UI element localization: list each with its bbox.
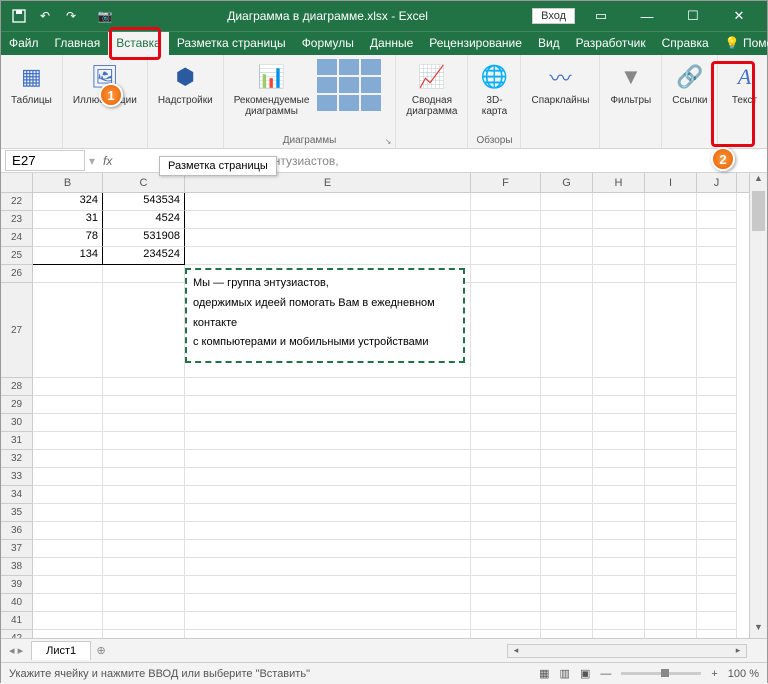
textbox[interactable]: Мы — группа энтузиастов, одержимых идеей…: [185, 268, 465, 363]
col-G[interactable]: G: [541, 173, 593, 192]
map3d-button[interactable]: 🌐3D- карта: [474, 59, 514, 119]
links-button[interactable]: 🔗Ссылки: [668, 59, 711, 108]
login-button[interactable]: Вход: [532, 8, 575, 24]
table-row[interactable]: 34: [1, 486, 767, 504]
col-I[interactable]: I: [645, 173, 697, 192]
textbox-line: Мы — группа энтузиастов,: [193, 274, 457, 294]
zoom-out-icon[interactable]: —: [600, 668, 611, 680]
textbox-line: контакте: [193, 314, 457, 334]
add-sheet-icon[interactable]: ⊕: [91, 644, 111, 657]
table-row[interactable]: 25134234524: [1, 247, 767, 265]
status-bar: Укажите ячейку и нажмите ВВОД или выбери…: [1, 662, 767, 684]
tab-pagelayout[interactable]: Разметка страницы: [169, 32, 294, 55]
sheet-tabs: ◂ ▸ Лист1 ⊕ ◂▸: [1, 638, 767, 662]
table-row[interactable]: 35: [1, 504, 767, 522]
worksheet[interactable]: B C E F G H I J 223245435342331452424785…: [1, 173, 767, 638]
table-row[interactable]: 31: [1, 432, 767, 450]
addins-button[interactable]: ⬢Надстройки: [154, 59, 217, 108]
callout-2: 2: [711, 147, 735, 171]
zoom-in-icon[interactable]: +: [711, 668, 717, 680]
ribbon-tabs: Файл Главная Вставка Разметка страницы Ф…: [1, 31, 767, 55]
tab-insert[interactable]: Вставка: [108, 32, 169, 55]
tab-review[interactable]: Рецензирование: [421, 32, 530, 55]
select-all[interactable]: [1, 173, 33, 192]
title-bar: ↶ ↷ 📷 Диаграмма в диаграмме.xlsx - Excel…: [1, 1, 767, 31]
table-row[interactable]: 41: [1, 612, 767, 630]
tab-view[interactable]: Вид: [530, 32, 568, 55]
formula-bar: ▾ fx Мы — группа энтузиастов,: [1, 149, 767, 173]
recommended-charts-button[interactable]: 📊Рекомендуемые диаграммы: [230, 59, 314, 119]
table-row[interactable]: 42: [1, 630, 767, 638]
dialog-launcher-icon[interactable]: ↘: [385, 137, 392, 146]
col-F[interactable]: F: [471, 173, 541, 192]
zoom-level[interactable]: 100 %: [728, 668, 759, 680]
table-row[interactable]: 30: [1, 414, 767, 432]
tab-file[interactable]: Файл: [1, 32, 47, 55]
callout-1: 1: [99, 83, 123, 107]
table-row[interactable]: 33: [1, 468, 767, 486]
text-button[interactable]: AТекст: [724, 59, 764, 108]
table-row[interactable]: 36: [1, 522, 767, 540]
fx-icon[interactable]: fx: [95, 154, 120, 168]
save-icon[interactable]: [11, 8, 27, 24]
tab-formulas[interactable]: Формулы: [294, 32, 362, 55]
pivot-chart-button[interactable]: 📈Сводная диаграмма: [402, 59, 461, 119]
table-row[interactable]: 39: [1, 576, 767, 594]
tab-tellme[interactable]: 💡 Помощ…: [717, 32, 768, 55]
zoom-slider[interactable]: [621, 672, 701, 675]
table-row[interactable]: 23314524: [1, 211, 767, 229]
maximize-icon[interactable]: ☐: [673, 8, 713, 24]
textbox-line: одержимых идеей помогать Вам в ежедневно…: [193, 294, 457, 314]
table-row[interactable]: 28: [1, 378, 767, 396]
table-row[interactable]: 38: [1, 558, 767, 576]
close-icon[interactable]: ✕: [719, 8, 759, 24]
sheet-tab[interactable]: Лист1: [31, 641, 91, 660]
table-row[interactable]: 32: [1, 450, 767, 468]
tab-data[interactable]: Данные: [362, 32, 421, 55]
status-text: Укажите ячейку и нажмите ВВОД или выбери…: [9, 668, 310, 680]
tab-help[interactable]: Справка: [654, 32, 717, 55]
sparklines-button[interactable]: 〰Спарклайны: [527, 59, 593, 108]
tab-nav-icon[interactable]: ◂ ▸: [1, 644, 31, 657]
col-J[interactable]: J: [697, 173, 737, 192]
table-row[interactable]: 2478531908: [1, 229, 767, 247]
camera-icon[interactable]: 📷: [97, 8, 113, 24]
vertical-scrollbar[interactable]: ▲▼: [749, 173, 767, 638]
filters-button[interactable]: ▼Фильтры: [606, 59, 655, 108]
view-layout-icon[interactable]: ▥: [560, 667, 570, 680]
minimize-icon[interactable]: —: [627, 9, 667, 24]
name-box[interactable]: [5, 150, 85, 171]
tables-button[interactable]: ▦Таблицы: [7, 59, 56, 108]
col-H[interactable]: H: [593, 173, 645, 192]
horizontal-scrollbar[interactable]: ◂▸: [507, 644, 747, 658]
tooltip: Разметка страницы: [159, 156, 277, 176]
table-row[interactable]: 29: [1, 396, 767, 414]
col-B[interactable]: B: [33, 173, 103, 192]
redo-icon[interactable]: ↷: [63, 8, 79, 24]
table-row[interactable]: 22324543534: [1, 193, 767, 211]
table-row[interactable]: 37: [1, 540, 767, 558]
table-row[interactable]: 40: [1, 594, 767, 612]
document-title: Диаграмма в диаграмме.xlsx - Excel: [123, 9, 532, 23]
chart-type-icons[interactable]: [317, 59, 389, 111]
tab-developer[interactable]: Разработчик: [568, 32, 654, 55]
undo-icon[interactable]: ↶: [37, 8, 53, 24]
ribbon-display-icon[interactable]: ▭: [581, 8, 621, 24]
view-normal-icon[interactable]: ▦: [539, 667, 549, 680]
tab-home[interactable]: Главная: [47, 32, 109, 55]
view-pagebreak-icon[interactable]: ▣: [580, 667, 590, 680]
textbox-line: с компьютерами и мобильными устройствами: [193, 333, 457, 353]
